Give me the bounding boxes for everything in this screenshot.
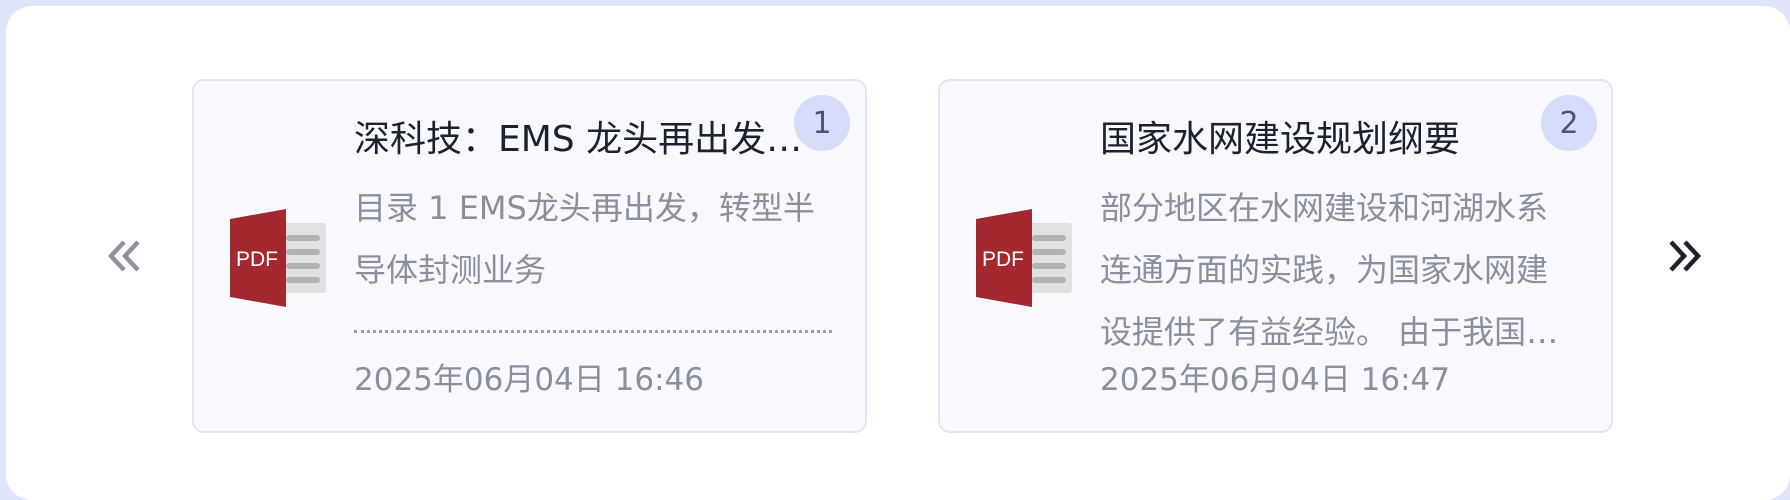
document-date: 2025年06月04日 16:47	[1100, 362, 1450, 398]
document-carousel-panel: PDF 1 深科技：EMS 龙头再出发，转型半导体封测业务 目录 1 EMS龙头…	[6, 6, 1790, 500]
svg-text:PDF: PDF	[236, 248, 278, 271]
pdf-file-icon: PDF	[230, 209, 326, 307]
carousel-prev-button[interactable]	[101, 232, 149, 280]
double-chevron-right-icon	[1669, 240, 1702, 272]
document-title[interactable]: 深科技：EMS 龙头再出发，转型半导体封测业务	[354, 115, 809, 165]
dotted-divider	[354, 330, 832, 333]
document-description: 目录 1 EMS龙头再出发，转型半导体封测业务	[354, 189, 815, 289]
document-description: 部分地区在水网建设和河湖水系连通方面的实践，为国家水网建设提供了有益经验。 由于…	[1100, 189, 1559, 351]
svg-text:PDF: PDF	[982, 248, 1024, 271]
double-chevron-left-icon	[107, 240, 140, 272]
document-card[interactable]: PDF 2 国家水网建设规划纲要 部分地区在水网建设和河湖水系连通方面的实践，为…	[938, 79, 1613, 433]
document-card[interactable]: PDF 1 深科技：EMS 龙头再出发，转型半导体封测业务 目录 1 EMS龙头…	[192, 79, 867, 433]
pdf-file-icon: PDF	[976, 209, 1072, 307]
document-date: 2025年06月04日 16:46	[354, 362, 704, 398]
carousel-next-button[interactable]	[1660, 232, 1708, 280]
document-title[interactable]: 国家水网建设规划纲要	[1100, 115, 1560, 165]
